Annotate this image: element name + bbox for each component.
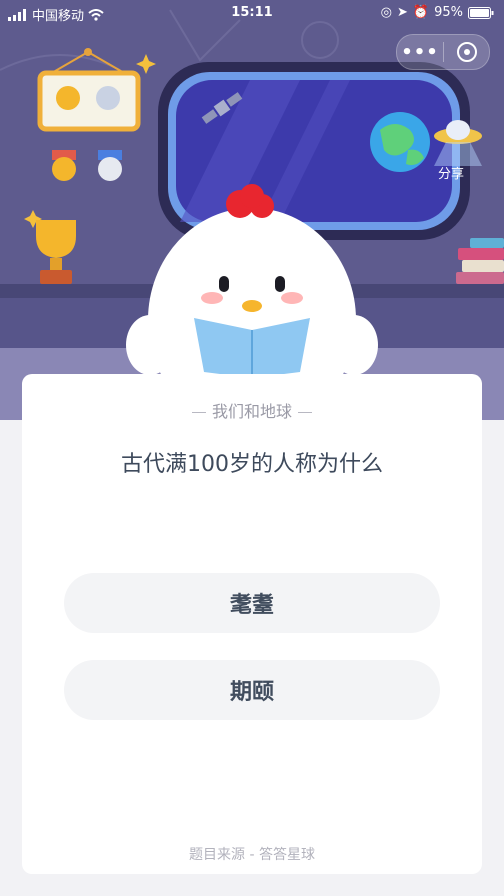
category-dash-right	[298, 412, 312, 413]
alarm-icon: ⏰	[412, 5, 430, 20]
share-label[interactable]: 分享	[438, 163, 464, 182]
close-circle-icon[interactable]	[444, 41, 489, 63]
location-icon: ➤	[397, 5, 408, 20]
more-dots-icon[interactable]: •••	[397, 42, 443, 63]
category-text: 我们和地球	[211, 402, 292, 421]
answer-option-2[interactable]: 期颐	[64, 660, 440, 720]
question-text: 古代满100岁的人称为什么	[121, 452, 383, 477]
battery-percent: 95%	[434, 5, 463, 20]
mini-program-capsule: •••	[396, 34, 490, 70]
question-source: 题目来源 - 答答星球	[189, 847, 315, 863]
lock-rotation-icon: ◎	[380, 5, 392, 20]
quiz-card: 我们和地球 古代满100岁的人称为什么 耄耋 期颐 题目来源 - 答答星球	[22, 374, 482, 874]
answer-option-1[interactable]: 耄耋	[64, 573, 440, 633]
category-title: 我们和地球	[22, 398, 482, 422]
status-bar: 中国移动 15:11 ◎ ➤ ⏰ 95%	[0, 0, 504, 26]
earth-icon	[370, 112, 430, 172]
battery-icon	[468, 6, 494, 19]
category-dash-left	[191, 412, 206, 413]
